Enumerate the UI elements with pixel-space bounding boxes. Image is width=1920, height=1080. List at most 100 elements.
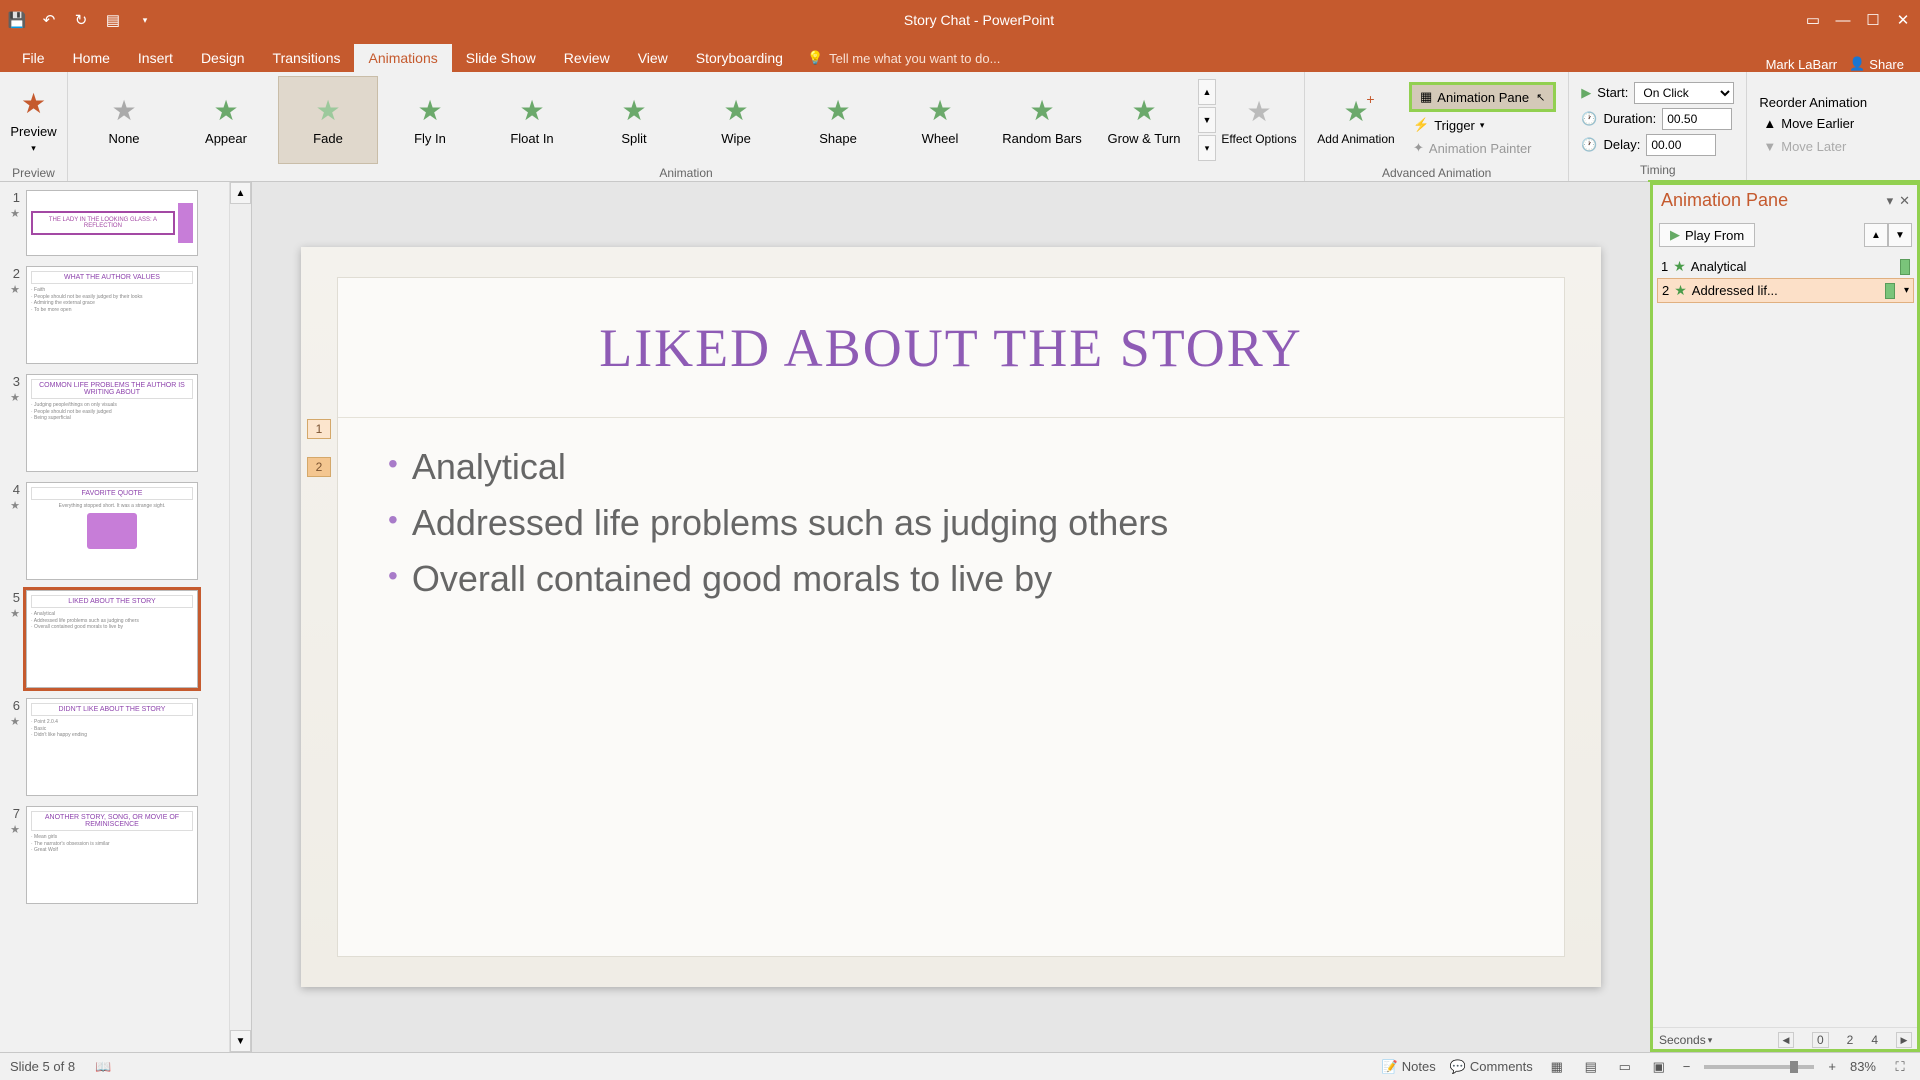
timeline-right-button[interactable]: ▶ bbox=[1896, 1032, 1912, 1048]
zoom-out-button[interactable]: − bbox=[1683, 1059, 1691, 1074]
tab-transitions[interactable]: Transitions bbox=[259, 44, 355, 72]
animation-pane-button[interactable]: ▦ Animation Pane ↖ bbox=[1409, 82, 1556, 112]
anim-shape[interactable]: ★Shape bbox=[788, 76, 888, 164]
tab-animations[interactable]: Animations bbox=[354, 44, 451, 72]
move-up-button[interactable]: ▲ bbox=[1864, 223, 1888, 247]
anim-split[interactable]: ★Split bbox=[584, 76, 684, 164]
reading-view-icon[interactable]: ▭ bbox=[1615, 1057, 1635, 1077]
effect-options-button[interactable]: ★ Effect Options bbox=[1220, 76, 1298, 164]
fit-to-window-icon[interactable]: ⛶ bbox=[1890, 1057, 1910, 1077]
thumbnails-scrollbar[interactable]: ▲ ▼ bbox=[229, 182, 251, 1052]
slide-body[interactable]: •Analytical •Addressed life problems suc… bbox=[338, 418, 1564, 642]
slideshow-view-icon[interactable]: ▣ bbox=[1649, 1057, 1669, 1077]
anim-flyin[interactable]: ★Fly In bbox=[380, 76, 480, 164]
thumb-3[interactable]: 3★ COMMON LIFE PROBLEMS THE AUTHOR IS WR… bbox=[6, 374, 245, 472]
tell-me-search[interactable]: 💡 Tell me what you want to do... bbox=[797, 44, 1010, 72]
ribbon-options-icon[interactable]: ▭ bbox=[1804, 11, 1822, 29]
redo-icon[interactable]: ↻ bbox=[72, 11, 90, 29]
move-earlier-button[interactable]: ▲Move Earlier bbox=[1759, 114, 1867, 133]
comments-button[interactable]: 💬Comments bbox=[1450, 1059, 1533, 1075]
anim-indicator-icon: ★ bbox=[10, 715, 20, 728]
zoom-level[interactable]: 83% bbox=[1850, 1059, 1876, 1074]
pane-options-icon[interactable]: ▾ bbox=[1887, 193, 1894, 209]
sorter-view-icon[interactable]: ▤ bbox=[1581, 1057, 1601, 1077]
move-down-button[interactable]: ▼ bbox=[1888, 223, 1912, 247]
advanced-animation-group-label: Advanced Animation bbox=[1311, 164, 1562, 182]
maximize-icon[interactable]: ☐ bbox=[1864, 11, 1882, 29]
tab-slideshow[interactable]: Slide Show bbox=[452, 44, 550, 72]
scroll-up-button[interactable]: ▲ bbox=[230, 182, 251, 204]
tab-insert[interactable]: Insert bbox=[124, 44, 187, 72]
cursor-icon: ↖ bbox=[1536, 91, 1545, 104]
animation-painter-button[interactable]: ✦ Animation Painter bbox=[1409, 138, 1556, 158]
animation-pane-title: Animation Pane bbox=[1661, 190, 1788, 211]
thumb-6[interactable]: 6★ DIDN'T LIKE ABOUT THE STORY· Point 2.… bbox=[6, 698, 245, 796]
minimize-icon[interactable]: — bbox=[1834, 11, 1852, 29]
undo-icon[interactable]: ↶ bbox=[40, 11, 58, 29]
scroll-down-button[interactable]: ▼ bbox=[230, 1030, 251, 1052]
add-animation-button[interactable]: ★+ Add Animation bbox=[1311, 76, 1401, 164]
save-icon[interactable]: 💾 bbox=[8, 11, 26, 29]
trigger-button[interactable]: ⚡ Trigger ▾ bbox=[1409, 115, 1556, 135]
user-name[interactable]: Mark LaBarr bbox=[1766, 57, 1838, 72]
anim-gallery-up[interactable]: ▲ bbox=[1198, 79, 1216, 105]
close-icon[interactable]: ✕ bbox=[1894, 11, 1912, 29]
anim-wheel[interactable]: ★Wheel bbox=[890, 76, 990, 164]
star-icon: ★ bbox=[1029, 94, 1054, 127]
qat-dropdown-icon[interactable]: ▾ bbox=[136, 11, 154, 29]
thumb-1[interactable]: 1★ THE LADY IN THE LOOKING GLASS: A REFL… bbox=[6, 190, 245, 256]
slide[interactable]: 1 2 LIKED ABOUT THE STORY •Analytical •A… bbox=[301, 247, 1601, 987]
anim-growturn[interactable]: ★Grow & Turn bbox=[1094, 76, 1194, 164]
anim-wipe[interactable]: ★Wipe bbox=[686, 76, 786, 164]
preview-button[interactable]: ★ Preview ▾ bbox=[6, 76, 61, 164]
thumb-7[interactable]: 7★ ANOTHER STORY, SONG, OR MOVIE OF REMI… bbox=[6, 806, 245, 904]
move-later-button[interactable]: ▼Move Later bbox=[1759, 137, 1867, 156]
pane-close-icon[interactable]: ✕ bbox=[1899, 193, 1910, 209]
share-button[interactable]: 👤Share bbox=[1849, 56, 1904, 72]
trigger-icon: ⚡ bbox=[1413, 117, 1429, 133]
anim-list-item-2[interactable]: 2 ★ Addressed lif... ▾ bbox=[1657, 278, 1914, 303]
anim-list-item-1[interactable]: 1 ★ Analytical bbox=[1657, 255, 1914, 278]
star-icon: ★ bbox=[1674, 282, 1687, 299]
notes-button[interactable]: 📝Notes bbox=[1382, 1059, 1436, 1075]
spellcheck-icon[interactable]: 📖 bbox=[95, 1059, 111, 1075]
duration-input[interactable] bbox=[1662, 108, 1732, 130]
slide-title[interactable]: LIKED ABOUT THE STORY bbox=[338, 278, 1564, 418]
preview-group-label: Preview bbox=[6, 164, 61, 182]
anim-gallery-more[interactable]: ▾ bbox=[1198, 135, 1216, 161]
anim-order-tag-2[interactable]: 2 bbox=[307, 457, 331, 477]
status-bar: Slide 5 of 8 📖 📝Notes 💬Comments ▦ ▤ ▭ ▣ … bbox=[0, 1052, 1920, 1080]
tab-file[interactable]: File bbox=[8, 44, 59, 72]
start-show-icon[interactable]: ▤ bbox=[104, 11, 122, 29]
zoom-slider[interactable] bbox=[1704, 1065, 1814, 1069]
anim-randombars[interactable]: ★Random Bars bbox=[992, 76, 1092, 164]
star-icon: ★ bbox=[1246, 95, 1271, 128]
chevron-down-icon: ▾ bbox=[1480, 120, 1485, 131]
chevron-down-icon[interactable]: ▾ bbox=[1904, 285, 1909, 296]
delay-input[interactable] bbox=[1646, 134, 1716, 156]
anim-appear[interactable]: ★Appear bbox=[176, 76, 276, 164]
tab-design[interactable]: Design bbox=[187, 44, 259, 72]
tab-review[interactable]: Review bbox=[550, 44, 624, 72]
tab-storyboarding[interactable]: Storyboarding bbox=[682, 44, 797, 72]
zoom-in-button[interactable]: + bbox=[1828, 1059, 1836, 1074]
tab-view[interactable]: View bbox=[624, 44, 682, 72]
play-from-button[interactable]: ▶ Play From bbox=[1659, 223, 1755, 247]
anim-fade[interactable]: ★Fade bbox=[278, 76, 378, 164]
normal-view-icon[interactable]: ▦ bbox=[1547, 1057, 1567, 1077]
arrow-up-icon: ▲ bbox=[1763, 116, 1776, 131]
tab-home[interactable]: Home bbox=[59, 44, 124, 72]
thumb-2[interactable]: 2★ WHAT THE AUTHOR VALUES· Faith· People… bbox=[6, 266, 245, 364]
anim-gallery-down[interactable]: ▼ bbox=[1198, 107, 1216, 133]
star-icon: ★ bbox=[315, 94, 340, 127]
anim-order-tag-1[interactable]: 1 bbox=[307, 419, 331, 439]
star-icon: ★ bbox=[927, 94, 952, 127]
chevron-down-icon[interactable]: ▾ bbox=[1708, 1035, 1713, 1046]
anim-none[interactable]: ★None bbox=[74, 76, 174, 164]
anim-floatin[interactable]: ★Float In bbox=[482, 76, 582, 164]
thumb-5[interactable]: 5★ LIKED ABOUT THE STORY· Analytical· Ad… bbox=[6, 590, 245, 688]
timeline-left-button[interactable]: ◀ bbox=[1778, 1032, 1794, 1048]
start-select[interactable]: On Click bbox=[1634, 82, 1734, 104]
animation-list: 1 ★ Analytical 2 ★ Addressed lif... ▾ bbox=[1651, 251, 1920, 1027]
thumb-4[interactable]: 4★ FAVORITE QUOTEEverything stopped shor… bbox=[6, 482, 245, 580]
